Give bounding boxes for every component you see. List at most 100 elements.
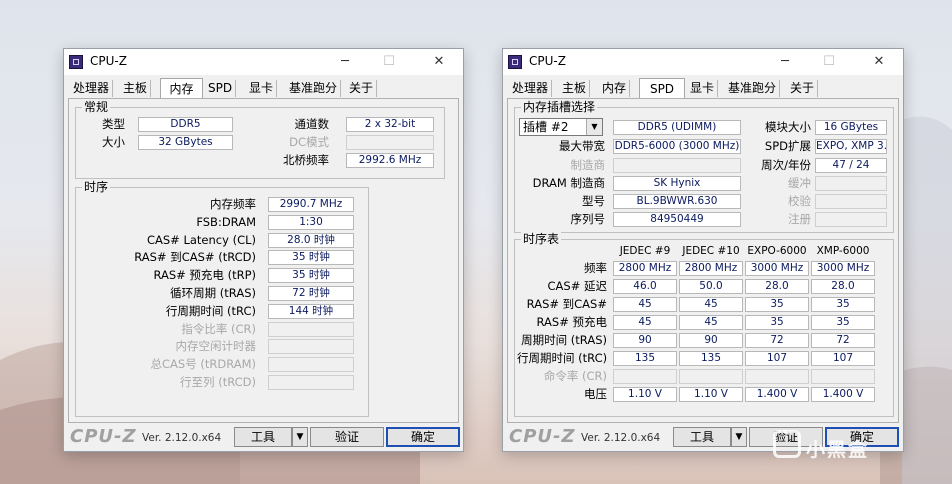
tab-bench[interactable]: 基准跑分 [286, 80, 342, 97]
spd-panel: 内存插槽选择 插槽 #2 ▼ DDR5 (UDIMM) 模块大小 16 GByt… [507, 98, 899, 423]
checksum-field [815, 194, 887, 209]
version-text: Ver. 2.12.0.x64 [581, 432, 661, 444]
timing-label: 内存频率 [210, 197, 256, 211]
tab-memory[interactable]: 内存 [160, 78, 203, 98]
timing-row-label: RAS# 预充电 [536, 315, 607, 329]
spd-ext-label: SPD扩展 [764, 139, 811, 153]
timing-cell: 3000 MHz [811, 261, 875, 276]
cpuz-window-memory: CPU-Z ─ ☐ ✕ 处理器 主板 内存 SPD 显卡 基准跑分 关于 常规 … [63, 48, 464, 452]
timing-cell: 72 [745, 333, 809, 348]
validate-button[interactable]: 验证 [310, 427, 384, 447]
window-title: CPU-Z [529, 54, 566, 68]
tab-mainboard[interactable]: 主板 [559, 80, 591, 97]
close-button[interactable]: ✕ [419, 51, 459, 73]
minimize-button[interactable]: ─ [325, 51, 365, 73]
column-header: JEDEC #9 [619, 245, 671, 257]
tools-dropdown-arrow-icon[interactable]: ▼ [731, 427, 747, 447]
buffer-label: 缓冲 [788, 176, 811, 190]
column-header: XMP-6000 [816, 245, 870, 257]
timing-value-field: 28.0 时钟 [268, 232, 354, 248]
serial-label: 序列号 [570, 212, 606, 226]
tab-graphics[interactable]: 显卡 [687, 80, 719, 97]
timing-label: 行至列 (tRCD) [180, 375, 256, 389]
dram-mfr-field: SK Hynix [613, 176, 741, 191]
watermark-text: 小黑盒 [806, 439, 870, 461]
cpuz-app-icon [508, 55, 522, 69]
tab-about[interactable]: 关于 [787, 80, 819, 97]
cpuz-logo: CPU-Z [70, 426, 137, 447]
tab-cpu[interactable]: 处理器 [509, 80, 553, 97]
dc-mode-label: DC模式 [289, 135, 329, 149]
tab-spd[interactable]: SPD [639, 78, 685, 98]
serial-field: 84950449 [613, 212, 741, 227]
timing-value-field: 35 时钟 [268, 250, 354, 266]
timings-group: 时序 内存频率 2990.7 MHz FSB:DRAM 1:30 CAS# Latenc… [75, 180, 369, 417]
timing-row-label: 频率 [584, 261, 607, 275]
tools-button[interactable]: 工具 [234, 427, 292, 447]
timing-label: CAS# Latency (CL) [146, 232, 256, 247]
tab-spd[interactable]: SPD [205, 80, 237, 97]
timing-value-field: 72 时钟 [268, 286, 354, 301]
nb-freq-label: 北桥频率 [283, 153, 329, 167]
timing-cell: 3000 MHz [745, 261, 809, 276]
size-field: 32 GBytes [138, 135, 233, 150]
tab-cpu[interactable]: 处理器 [70, 80, 114, 97]
timing-cell: 135 [613, 351, 677, 366]
type-label: 类型 [102, 117, 125, 131]
timing-value-field [268, 339, 354, 355]
minimize-button[interactable]: ─ [765, 51, 805, 73]
tools-button[interactable]: 工具 [673, 427, 731, 447]
timing-label: 内存空闲计时器 [175, 339, 257, 354]
watermark-logo-icon [773, 430, 801, 458]
timing-cell: 135 [679, 351, 743, 366]
timing-cell: 50.0 [679, 279, 743, 294]
registered-field [815, 212, 887, 227]
tab-memory[interactable]: 内存 [599, 80, 631, 97]
module-size-field: 16 GBytes [815, 120, 887, 135]
spd-ext-field: EXPO, XMP 3.0 [815, 139, 887, 154]
timing-cell [745, 369, 809, 384]
timing-row-label: 命令率 (CR) [543, 369, 607, 383]
channels-label: 通道数 [294, 117, 330, 131]
column-header: JEDEC #10 [682, 245, 740, 257]
timing-cell: 1.400 V [811, 387, 875, 402]
timing-cell: 45 [679, 315, 743, 330]
timing-row-label: 周期时间 (tRAS) [521, 333, 607, 347]
title-bar[interactable]: CPU-Z ─ ☐ ✕ [503, 49, 903, 75]
timing-value-field [268, 321, 354, 337]
timing-value-field [268, 375, 354, 390]
manufacturer-label: 制造商 [570, 158, 606, 172]
timing-label: 总CAS号 (tRDRAM) [150, 357, 257, 372]
timing-cell [613, 369, 677, 384]
timing-cell [679, 369, 743, 384]
window-title: CPU-Z [90, 54, 127, 68]
timing-cell: 1.400 V [745, 387, 809, 402]
timing-row-label: RAS# 到CAS# [526, 297, 607, 311]
timing-cell: 1.10 V [679, 387, 743, 402]
title-bar[interactable]: CPU-Z ─ ☐ ✕ [64, 49, 463, 75]
tab-graphics[interactable]: 显卡 [246, 80, 278, 97]
close-button[interactable]: ✕ [859, 51, 899, 73]
ok-button[interactable]: 确定 [386, 427, 460, 447]
timing-cell [811, 369, 875, 384]
timing-cell: 35 [745, 297, 809, 312]
tab-about[interactable]: 关于 [346, 80, 378, 97]
dram-mfr-label: DRAM 制造商 [532, 176, 605, 190]
timing-value-field [268, 357, 354, 373]
maximize-button: ☐ [823, 54, 835, 69]
timing-label: FSB:DRAM [196, 214, 256, 229]
module-size-label: 模块大小 [765, 120, 811, 134]
timings-group-title: 时序 [82, 180, 111, 194]
tab-bar: 处理器 主板 内存 SPD 显卡 基准跑分 关于 [507, 78, 899, 98]
tools-dropdown-arrow-icon[interactable]: ▼ [292, 427, 308, 447]
checksum-label: 校验 [788, 194, 811, 208]
tab-bench[interactable]: 基准跑分 [725, 80, 781, 97]
slot-select-value: 插槽 #2 [523, 120, 569, 134]
timing-row-label: 电压 [584, 387, 607, 401]
slot-select[interactable]: 插槽 #2 ▼ [519, 118, 603, 136]
timing-table-title: 时序表 [521, 232, 562, 246]
tab-mainboard[interactable]: 主板 [120, 80, 152, 97]
timing-label: 行周期时间 (tRC) [165, 303, 256, 318]
manufacturer-field [613, 158, 741, 173]
timing-cell: 45 [679, 297, 743, 312]
